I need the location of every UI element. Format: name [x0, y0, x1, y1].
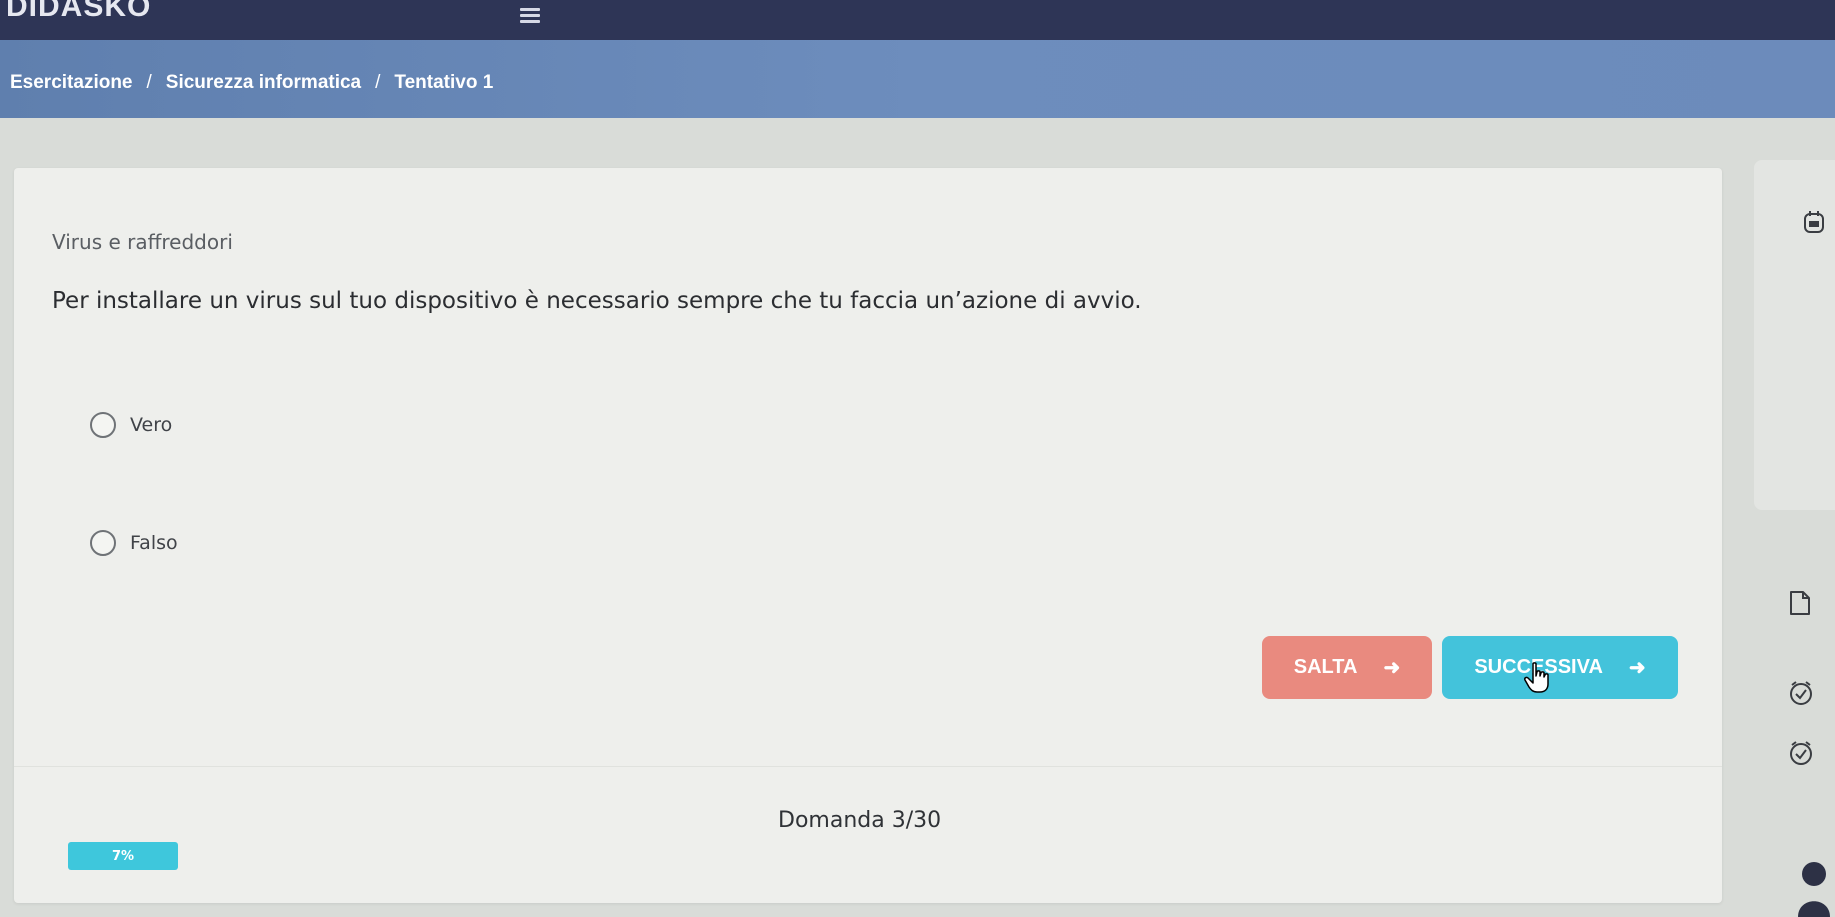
question-category: Virus e raffreddori: [52, 230, 233, 254]
card-divider: [14, 766, 1722, 767]
radio-button[interactable]: [90, 412, 116, 438]
skip-button[interactable]: SALTA ➜: [1262, 636, 1432, 699]
answer-option-vero[interactable]: Vero: [90, 408, 172, 442]
arrow-right-icon: ➜: [1383, 657, 1401, 679]
progress-label: 7%: [111, 848, 135, 864]
hamburger-menu-icon[interactable]: [520, 8, 540, 23]
answer-option-label: Falso: [130, 532, 178, 554]
progress-bar: 7%: [68, 842, 178, 870]
calendar-icon[interactable]: [1803, 210, 1825, 234]
breadcrumb-item-esercitazione[interactable]: Esercitazione: [10, 72, 133, 93]
question-text: Per installare un virus sul tuo disposit…: [52, 288, 1142, 314]
timer-icon[interactable]: [1788, 680, 1814, 706]
arrow-right-icon: ➜: [1628, 657, 1646, 679]
timer-icon[interactable]: [1788, 740, 1814, 766]
document-icon[interactable]: [1788, 590, 1812, 616]
breadcrumb-separator: /: [375, 72, 381, 93]
breadcrumb-bar: Esercitazione / Sicurezza informatica / Tent…: [0, 40, 1835, 118]
hand-cursor-icon: [1524, 662, 1549, 693]
breadcrumb-item-tentativo[interactable]: Tentativo 1: [394, 72, 493, 93]
answer-option-falso[interactable]: Falso: [90, 526, 178, 560]
radio-button[interactable]: [90, 530, 116, 556]
question-counter: Domanda 3/30: [778, 808, 942, 833]
next-button[interactable]: SUCCESSIVA ➜: [1442, 636, 1678, 699]
breadcrumb: Esercitazione / Sicurezza informatica / Tent…: [10, 72, 493, 94]
breadcrumb-separator: /: [146, 72, 152, 93]
answer-option-label: Vero: [130, 414, 173, 436]
question-card: Virus e raffreddori Per installare un vi…: [14, 168, 1722, 903]
skip-button-label: SALTA: [1293, 656, 1358, 678]
user-avatar-icon[interactable]: [1796, 860, 1832, 917]
app-logo[interactable]: DIDASKO: [6, 0, 151, 24]
breadcrumb-item-sicurezza-informatica[interactable]: Sicurezza informatica: [166, 72, 361, 93]
